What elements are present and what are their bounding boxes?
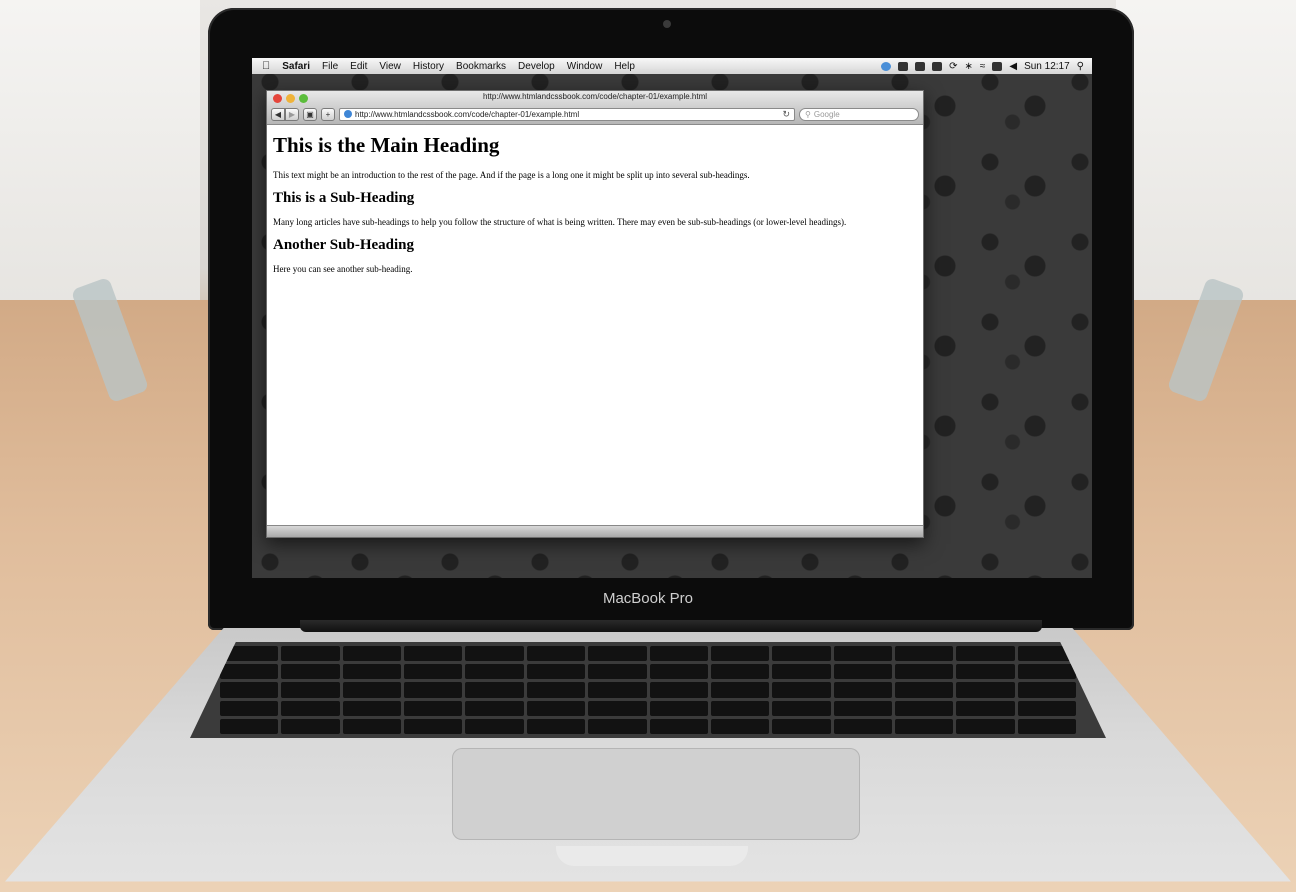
- address-text: http://www.htmlandcssbook.com/code/chapt…: [355, 109, 580, 119]
- menu-safari[interactable]: Safari: [282, 61, 310, 72]
- sync-icon[interactable]: [881, 61, 892, 71]
- spotlight-icon[interactable]: ⚲: [1077, 61, 1084, 72]
- menu-bar:  Safari File Edit View History Bookmark…: [252, 58, 1092, 74]
- desktop-screen:  Safari File Edit View History Bookmark…: [252, 58, 1092, 578]
- battery-icon[interactable]: [992, 61, 1003, 71]
- search-field[interactable]: ⚲ Google: [799, 107, 919, 121]
- back-button[interactable]: ◀: [271, 107, 285, 121]
- menu-help[interactable]: Help: [614, 61, 635, 72]
- address-bar[interactable]: http://www.htmlandcssbook.com/code/chapt…: [339, 107, 795, 121]
- window-title: http://www.htmlandcssbook.com/code/chapt…: [482, 92, 708, 101]
- main-heading: This is the Main Heading: [273, 133, 500, 157]
- browser-window: http://www.htmlandcssbook.com/code/chapt…: [266, 90, 924, 538]
- sub-paragraph: Many long articles have sub-headings to …: [273, 217, 847, 228]
- search-placeholder: Google: [813, 109, 840, 119]
- volume-icon[interactable]: ◀: [1009, 61, 1017, 72]
- add-bookmark-button[interactable]: +: [321, 107, 335, 121]
- clock[interactable]: Sun 12:17: [1024, 61, 1070, 72]
- reload-icon[interactable]: ↻: [782, 109, 790, 120]
- browser-toolbar: ◀ ▶ ▣ + http://www.htmlandcssbook.com/co…: [271, 106, 919, 122]
- trackpad: [452, 748, 860, 840]
- status-menus: ⟳ ∗ ≈ ◀ Sun 12:17 ⚲: [881, 58, 1084, 74]
- display-icon[interactable]: [932, 61, 943, 71]
- menu-file[interactable]: File: [322, 61, 338, 72]
- keyboard: [190, 642, 1106, 738]
- nav-buttons: ◀ ▶: [271, 107, 299, 121]
- menu-history[interactable]: History: [413, 61, 444, 72]
- time-machine-icon[interactable]: [915, 61, 926, 71]
- laptop-lip: [556, 846, 748, 866]
- search-icon: ⚲: [805, 109, 811, 119]
- globe-icon: [344, 110, 352, 118]
- sub-heading: This is a Sub-Heading: [273, 190, 415, 207]
- apple-menu-icon[interactable]: : [262, 60, 270, 72]
- menu-develop[interactable]: Develop: [518, 61, 555, 72]
- intro-paragraph: This text might be an introduction to th…: [273, 170, 750, 180]
- menu-window[interactable]: Window: [567, 61, 603, 72]
- evernote-icon[interactable]: [898, 61, 909, 71]
- sub-heading: Another Sub-Heading: [273, 237, 415, 254]
- laptop-hinge: [300, 620, 1042, 632]
- wifi-icon[interactable]: ≈: [980, 61, 986, 72]
- forward-button[interactable]: ▶: [285, 107, 299, 121]
- device-label: MacBook Pro: [602, 590, 694, 607]
- bluetooth-icon[interactable]: ∗: [964, 61, 972, 72]
- sub-paragraph: Here you can see another sub-heading.: [273, 264, 413, 275]
- menu-edit[interactable]: Edit: [350, 61, 367, 72]
- menu-view[interactable]: View: [379, 61, 401, 72]
- share-button[interactable]: ▣: [303, 107, 317, 121]
- refresh-status-icon[interactable]: ⟳: [949, 61, 957, 72]
- browser-status-bar: [267, 525, 923, 537]
- menu-bookmarks[interactable]: Bookmarks: [456, 61, 506, 72]
- page-content: This is the Main Heading This text might…: [267, 126, 923, 525]
- camera-icon: [663, 20, 671, 28]
- browser-titlebar: http://www.htmlandcssbook.com/code/chapt…: [267, 91, 923, 125]
